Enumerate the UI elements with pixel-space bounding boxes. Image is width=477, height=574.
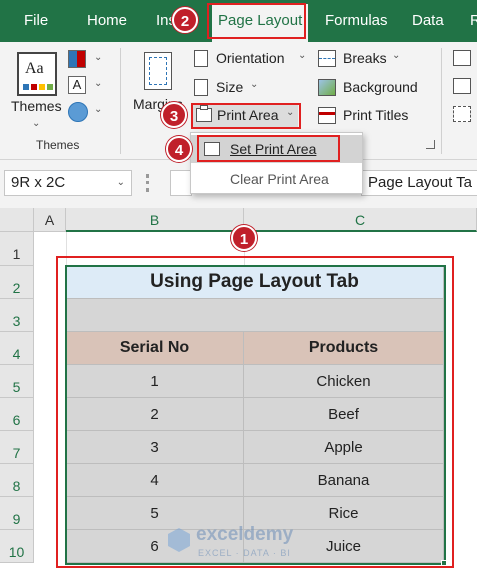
size-button[interactable]: Size ⌄	[192, 77, 262, 99]
print-titles-button[interactable]: Print Titles	[316, 105, 428, 127]
background-button[interactable]: Background	[316, 77, 428, 99]
col-header-b[interactable]: B	[66, 208, 244, 232]
row-header[interactable]: 2	[0, 266, 34, 299]
scale-icon[interactable]	[453, 50, 471, 66]
breaks-label: Breaks	[343, 50, 387, 66]
page-layout-highlight	[207, 3, 306, 39]
formula-input[interactable]: Page Layout Ta	[361, 170, 477, 196]
group-divider	[120, 48, 121, 154]
table-highlight	[56, 256, 454, 568]
scale-icon[interactable]	[453, 78, 471, 94]
col-header-c[interactable]: C	[244, 208, 477, 232]
colors-icon	[68, 50, 86, 68]
step-badge-4: 4	[166, 136, 192, 162]
row-header[interactable]: 9	[0, 497, 34, 530]
tab-file[interactable]: File	[24, 0, 48, 42]
row-header[interactable]: 10	[0, 530, 34, 563]
name-box[interactable]: 9R x 2C ⌄	[4, 170, 132, 196]
colors-button[interactable]: ⌄	[68, 50, 108, 70]
size-label: Size	[216, 79, 244, 95]
scale-icon[interactable]	[453, 106, 471, 122]
tab-home[interactable]: Home	[87, 0, 127, 42]
row-header[interactable]: 7	[0, 431, 34, 464]
watermark-tagline: EXCEL · DATA · BI	[198, 548, 291, 558]
watermark-name: exceldemy	[196, 524, 294, 545]
size-icon	[194, 79, 208, 96]
effects-icon	[68, 102, 88, 122]
row-header[interactable]: 3	[0, 299, 34, 332]
themes-button[interactable]: Aa Themes ⌄	[8, 48, 66, 130]
print-titles-icon	[318, 107, 336, 124]
group-divider	[441, 48, 442, 154]
more-icon	[146, 174, 149, 192]
themes-icon: Aa	[17, 52, 57, 96]
margins-icon	[144, 52, 172, 90]
effects-button[interactable]: ⌄	[68, 102, 108, 122]
row-header[interactable]: 6	[0, 398, 34, 431]
background-label: Background	[343, 79, 418, 95]
col-header-a[interactable]: A	[34, 208, 66, 232]
step-badge-2: 2	[172, 7, 198, 33]
orientation-icon	[194, 50, 208, 67]
themes-label: Themes	[11, 98, 62, 114]
set-print-area-highlight	[197, 135, 340, 162]
select-all-corner[interactable]	[0, 208, 34, 232]
row-header[interactable]: 4	[0, 332, 34, 365]
exceldemy-watermark: exceldemy EXCEL · DATA · BI	[168, 524, 316, 564]
tab-formulas[interactable]: Formulas	[325, 0, 388, 42]
step-badge-1: 1	[231, 225, 257, 251]
name-box-value: 9R x 2C	[11, 174, 66, 191]
orientation-button[interactable]: Orientation ⌄	[192, 48, 308, 70]
tab-data[interactable]: Data	[412, 0, 444, 42]
print-area-highlight	[191, 103, 301, 129]
dialog-launcher-icon[interactable]	[426, 140, 435, 149]
row-header[interactable]: 1	[0, 232, 34, 266]
breaks-button[interactable]: Breaks ⌄	[316, 48, 406, 70]
step-badge-3: 3	[161, 102, 187, 128]
exceldemy-logo-icon	[168, 528, 190, 552]
print-titles-label: Print Titles	[343, 107, 409, 123]
themes-group-label: Themes	[36, 138, 80, 152]
tab-review[interactable]: R	[470, 0, 477, 42]
clear-print-area-label: Clear Print Area	[230, 171, 329, 187]
fonts-icon: A	[68, 76, 86, 94]
row-header[interactable]: 5	[0, 365, 34, 398]
breaks-icon	[318, 50, 336, 67]
fonts-button[interactable]: A ⌄	[68, 76, 108, 96]
orientation-label: Orientation	[216, 50, 285, 66]
background-icon	[318, 79, 336, 96]
chevron-down-icon: ⌄	[32, 118, 41, 129]
cancel-box[interactable]	[170, 170, 192, 196]
row-header[interactable]: 8	[0, 464, 34, 497]
clear-print-area-item[interactable]: Clear Print Area	[191, 165, 362, 193]
